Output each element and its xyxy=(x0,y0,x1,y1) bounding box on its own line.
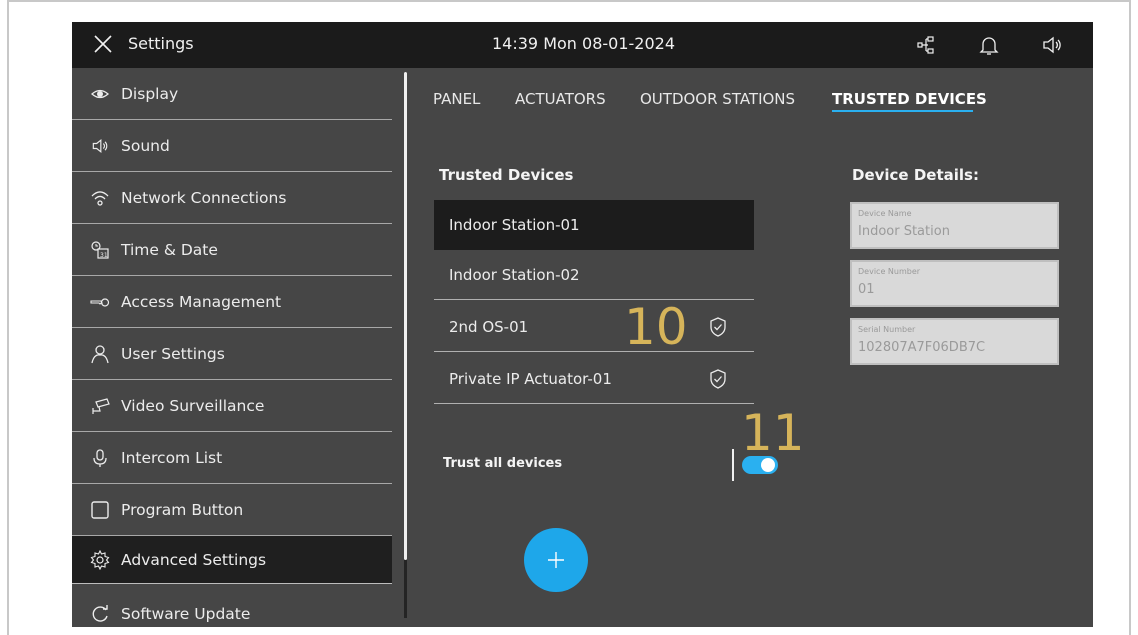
field-value: 01 xyxy=(858,282,875,297)
tab-trusted-devices[interactable]: TRUSTED DEVICES xyxy=(832,90,987,108)
clock-calendar-icon: 31 xyxy=(89,239,111,261)
tab-outdoor-stations[interactable]: OUTDOOR STATIONS xyxy=(640,90,795,108)
serial-number-field: Serial Number 102807A7F06DB7C xyxy=(850,318,1059,365)
sidebar-item-display[interactable]: Display xyxy=(72,68,392,120)
field-value: 102807A7F06DB7C xyxy=(858,340,986,355)
sidebar-item-program-button[interactable]: Program Button xyxy=(72,484,392,536)
shield-check-icon xyxy=(710,369,726,389)
user-icon xyxy=(89,343,111,365)
field-label: Device Name xyxy=(858,209,912,218)
sidebar-item-label: Access Management xyxy=(121,293,282,311)
clock-display: 14:39 Mon 08-01-2024 xyxy=(492,34,675,53)
sidebar-item-label: User Settings xyxy=(121,345,225,363)
divider xyxy=(434,403,754,404)
sidebar-scrollbar-thumb[interactable] xyxy=(404,72,407,560)
microphone-icon xyxy=(89,447,111,469)
device-name: Indoor Station-01 xyxy=(449,216,580,234)
close-icon[interactable] xyxy=(92,33,114,55)
active-tab-indicator xyxy=(832,110,973,112)
svg-text:31: 31 xyxy=(100,252,108,259)
trust-all-toggle[interactable] xyxy=(742,456,778,474)
device-screen: Settings 14:39 Mon 08-01-2024 Display So… xyxy=(72,22,1093,627)
device-name-field: Device Name Indoor Station xyxy=(850,202,1059,249)
sidebar-item-software-update[interactable]: Software Update xyxy=(72,588,392,627)
sidebar-item-label: Intercom List xyxy=(121,449,223,467)
sidebar-item-label: Network Connections xyxy=(121,189,287,207)
wifi-icon xyxy=(89,187,111,209)
document-frame: Settings 14:39 Mon 08-01-2024 Display So… xyxy=(7,0,1131,635)
toggle-knob xyxy=(761,458,775,472)
sidebar-item-label: Sound xyxy=(121,137,170,155)
sidebar-item-access-management[interactable]: Access Management xyxy=(72,276,392,328)
field-label: Device Number xyxy=(858,267,921,276)
sidebar-item-label: Video Surveillance xyxy=(121,397,265,415)
device-name: Indoor Station-02 xyxy=(449,266,580,284)
sidebar-item-label: Software Update xyxy=(121,605,251,623)
camera-icon xyxy=(89,395,111,417)
bell-icon[interactable] xyxy=(977,33,1001,57)
sidebar-item-user-settings[interactable]: User Settings xyxy=(72,328,392,380)
device-row-private-ip-actuator-01[interactable]: Private IP Actuator-01 xyxy=(434,354,754,404)
device-name: 2nd OS-01 xyxy=(449,318,529,336)
device-details-title: Device Details: xyxy=(852,166,979,184)
sidebar-item-time-date[interactable]: 31 Time & Date xyxy=(72,224,392,276)
page-title: Settings xyxy=(128,34,194,53)
callout-number: 11 xyxy=(741,404,805,462)
device-row-indoor-station-02[interactable]: Indoor Station-02 xyxy=(434,250,754,300)
callout-number: 10 xyxy=(624,298,688,356)
divider xyxy=(434,299,754,300)
callout-marker-line xyxy=(732,449,734,481)
device-number-field: Device Number 01 xyxy=(850,260,1059,307)
field-value: Indoor Station xyxy=(858,224,950,239)
sidebar-item-advanced-settings[interactable]: Advanced Settings xyxy=(72,536,392,584)
divider xyxy=(434,351,754,352)
sidebar-item-label: Display xyxy=(121,85,179,103)
add-device-button[interactable] xyxy=(524,528,588,592)
sidebar-item-video-surveillance[interactable]: Video Surveillance xyxy=(72,380,392,432)
device-row-2nd-os-01[interactable]: 2nd OS-01 xyxy=(434,302,754,352)
tab-panel[interactable]: PANEL xyxy=(433,90,480,108)
top-bar: Settings 14:39 Mon 08-01-2024 xyxy=(72,22,1093,68)
sidebar-item-label: Advanced Settings xyxy=(121,551,267,569)
sidebar-item-label: Time & Date xyxy=(121,241,218,259)
refresh-icon xyxy=(89,603,111,625)
divider xyxy=(72,583,392,584)
speaker-icon xyxy=(89,135,111,157)
settings-sidebar: Display Sound Network Connections 31 Tim… xyxy=(72,68,402,627)
plus-icon xyxy=(548,552,564,568)
network-icon[interactable] xyxy=(915,33,939,57)
key-icon xyxy=(89,291,111,313)
device-row-indoor-station-01[interactable]: Indoor Station-01 xyxy=(434,200,754,250)
tab-actuators[interactable]: ACTUATORS xyxy=(515,90,606,108)
trusted-devices-title: Trusted Devices xyxy=(439,166,574,184)
gear-icon xyxy=(89,549,111,571)
sidebar-item-sound[interactable]: Sound xyxy=(72,120,392,172)
eye-icon xyxy=(89,83,111,105)
field-label: Serial Number xyxy=(858,325,916,334)
square-icon xyxy=(89,499,111,521)
sidebar-item-network[interactable]: Network Connections xyxy=(72,172,392,224)
sidebar-item-intercom-list[interactable]: Intercom List xyxy=(72,432,392,484)
sidebar-item-label: Program Button xyxy=(121,501,244,519)
trust-all-label: Trust all devices xyxy=(443,456,563,471)
shield-check-icon xyxy=(710,317,726,337)
speaker-icon[interactable] xyxy=(1040,33,1064,57)
device-name: Private IP Actuator-01 xyxy=(449,370,612,388)
